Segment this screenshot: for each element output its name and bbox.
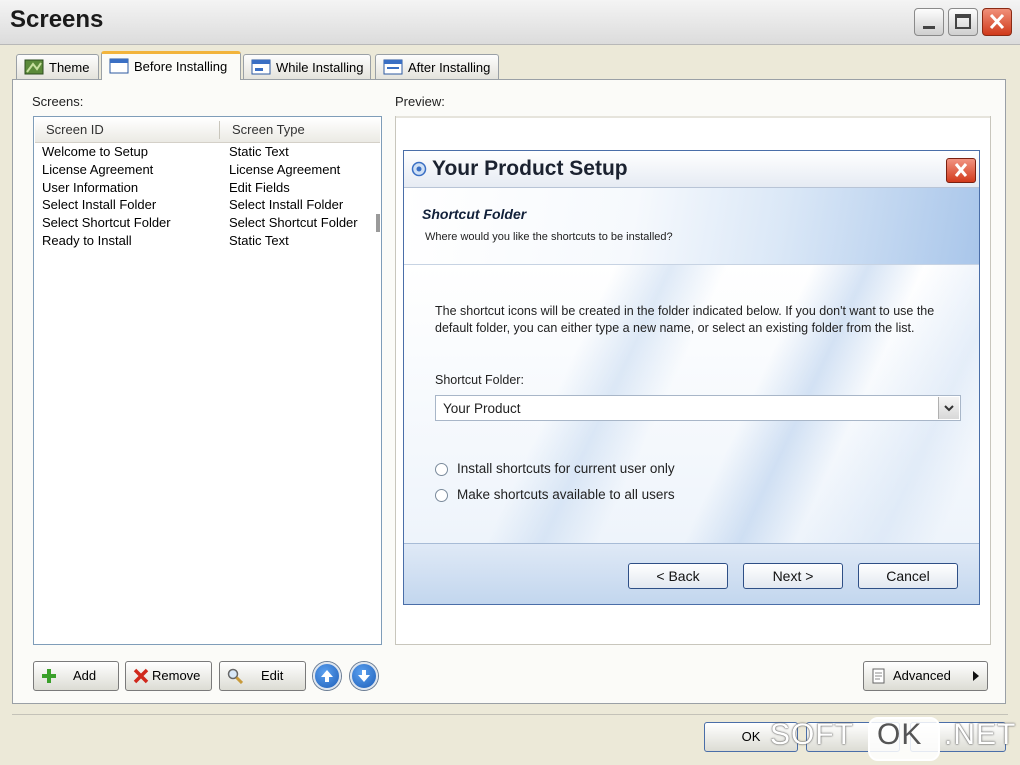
list-scroll-thumb[interactable] [376,214,380,232]
preview-label: Preview: [395,94,445,109]
tab-after-installing[interactable]: After Installing [375,54,499,79]
shortcut-folder-select[interactable]: Your Product [435,395,961,421]
dialog-subheading: Where would you like the shortcuts to be… [425,231,673,243]
document-icon [872,668,885,684]
advanced-button[interactable]: Advanced [863,661,988,691]
radio-label: Install shortcuts for current user only [457,461,675,476]
move-down-button[interactable] [350,662,378,690]
close-button[interactable] [982,8,1012,36]
dialog-title-bar: Your Product Setup [404,151,979,188]
plus-icon [42,669,56,683]
dialog-banner: Shortcut Folder Where would you like the… [404,188,979,265]
arrow-down-icon [358,670,370,682]
window-done-icon [383,59,403,75]
minimize-button[interactable] [914,8,944,36]
back-button[interactable]: < Back [628,563,728,589]
dialog-description: The shortcut icons will be created in th… [435,304,935,335]
chevron-right-icon [973,671,979,681]
list-item[interactable]: User Information Edit Fields [42,180,372,198]
cancel-button[interactable]: Cancel [858,563,958,589]
title-bar: Screens [0,0,1020,45]
tab-label: After Installing [408,60,491,75]
dropdown-button[interactable] [938,397,959,419]
screens-list[interactable]: Screen ID Screen Type Welcome to Setup St… [33,116,382,645]
dialog-body: The shortcut icons will be created in th… [404,265,979,543]
watermark-left: SOFT [770,718,854,751]
dialog-footer: < Back Next > Cancel [404,543,979,604]
list-item[interactable]: Ready to Install Static Text [42,233,372,251]
close-icon [989,13,1005,30]
tab-label: Before Installing [134,59,228,74]
tab-label: While Installing [276,60,364,75]
list-item[interactable]: License Agreement License Agreement [42,162,372,180]
watermark-mid: OK [877,718,923,751]
chevron-down-icon [944,405,954,412]
minimize-icon [923,26,935,29]
setup-icon [411,161,427,177]
radio-circle[interactable] [435,489,448,502]
theme-icon [24,59,44,75]
edit-label: Edit [261,668,284,683]
preview-dialog: Your Product Setup Shortcut Folder Where… [403,150,980,605]
shortcut-folder-value: Your Product [443,401,521,416]
tab-theme[interactable]: Theme [16,54,99,79]
maximize-icon [955,14,971,29]
screens-label: Screens: [32,94,84,109]
maximize-button[interactable] [948,8,978,36]
next-button[interactable]: Next > [743,563,843,589]
tab-label: Theme [49,60,90,75]
move-up-button[interactable] [313,662,341,690]
delete-icon [133,668,149,684]
add-button[interactable]: Add [33,661,119,691]
list-item[interactable]: Welcome to Setup Static Text [42,144,372,162]
remove-label: Remove [152,668,201,683]
close-icon [954,163,968,177]
list-header: Screen ID Screen Type [35,118,380,143]
column-screen-type[interactable]: Screen Type [232,122,305,137]
window-icon [109,58,129,74]
radio-current-user[interactable]: Install shortcuts for current user only [435,461,955,479]
list-item[interactable]: Select Install Folder Select Install Fold… [42,197,372,215]
dialog-close-button[interactable] [946,158,976,183]
window-title: Screens [10,6,104,33]
tab-while-installing[interactable]: While Installing [243,54,371,79]
radio-circle[interactable] [435,463,448,476]
tab-before-installing[interactable]: Before Installing [101,51,241,80]
list-item[interactable]: Select Shortcut Folder Select Shortcut Fo… [42,215,372,233]
add-label: Add [73,668,97,683]
radio-label: Make shortcuts available to all users [457,487,675,502]
shortcut-folder-label: Shortcut Folder: [435,373,524,387]
advanced-label: Advanced [893,668,951,683]
column-screen-id[interactable]: Screen ID [46,122,104,137]
window-progress-icon [251,59,271,75]
dialog-heading: Shortcut Folder [422,206,527,222]
remove-button[interactable]: Remove [125,661,212,691]
radio-all-users[interactable]: Make shortcuts available to all users [435,487,955,505]
magnifier-icon [227,668,243,684]
watermark-right: .NET [944,718,1017,751]
arrow-up-icon [321,670,333,682]
edit-button[interactable]: Edit [219,661,306,691]
dialog-title: Your Product Setup [432,157,628,180]
